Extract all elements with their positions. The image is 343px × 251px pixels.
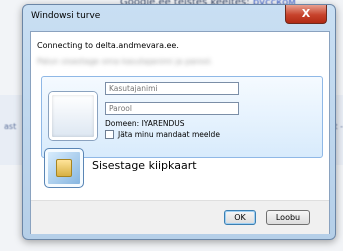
dialog-content: Connecting to delta.andmevara.ee. Palun … [30,31,330,234]
dialog-button-bar: OK Loobu [31,200,329,234]
username-input[interactable] [105,82,239,95]
dialog-titlebar[interactable]: Windowsi turve X [23,5,335,31]
cancel-button[interactable]: Loobu [266,210,310,225]
password-input[interactable] [105,102,239,115]
ok-button[interactable]: OK [224,210,256,225]
smartcard-icon[interactable] [44,148,84,188]
smartcard-chip-icon [56,159,72,177]
blurred-instruction-text: Palun sisestage oma kasutajanimi ja paro… [37,57,213,66]
close-button[interactable]: X [285,5,327,24]
remember-credentials[interactable]: Jäta minu mandaat meelde [105,130,220,139]
remember-checkbox[interactable] [105,130,114,139]
remember-label: Jäta minu mandaat meelde [118,130,220,139]
smartcard-label[interactable]: Sisestage kiipkaart [92,159,197,172]
credential-tile[interactable]: Domeen: IYARENDUS Jäta minu mandaat meel… [41,76,323,158]
close-icon: X [301,7,311,20]
domain-text: Domeen: IYARENDUS [105,119,185,128]
user-avatar-icon [49,92,97,140]
background-left-fragment: ast [4,122,17,131]
dialog-title: Windowsi turve [31,11,101,21]
security-dialog: Windowsi turve X Connecting to delta.and… [22,4,336,240]
connecting-text: Connecting to delta.andmevara.ee. [37,41,179,50]
